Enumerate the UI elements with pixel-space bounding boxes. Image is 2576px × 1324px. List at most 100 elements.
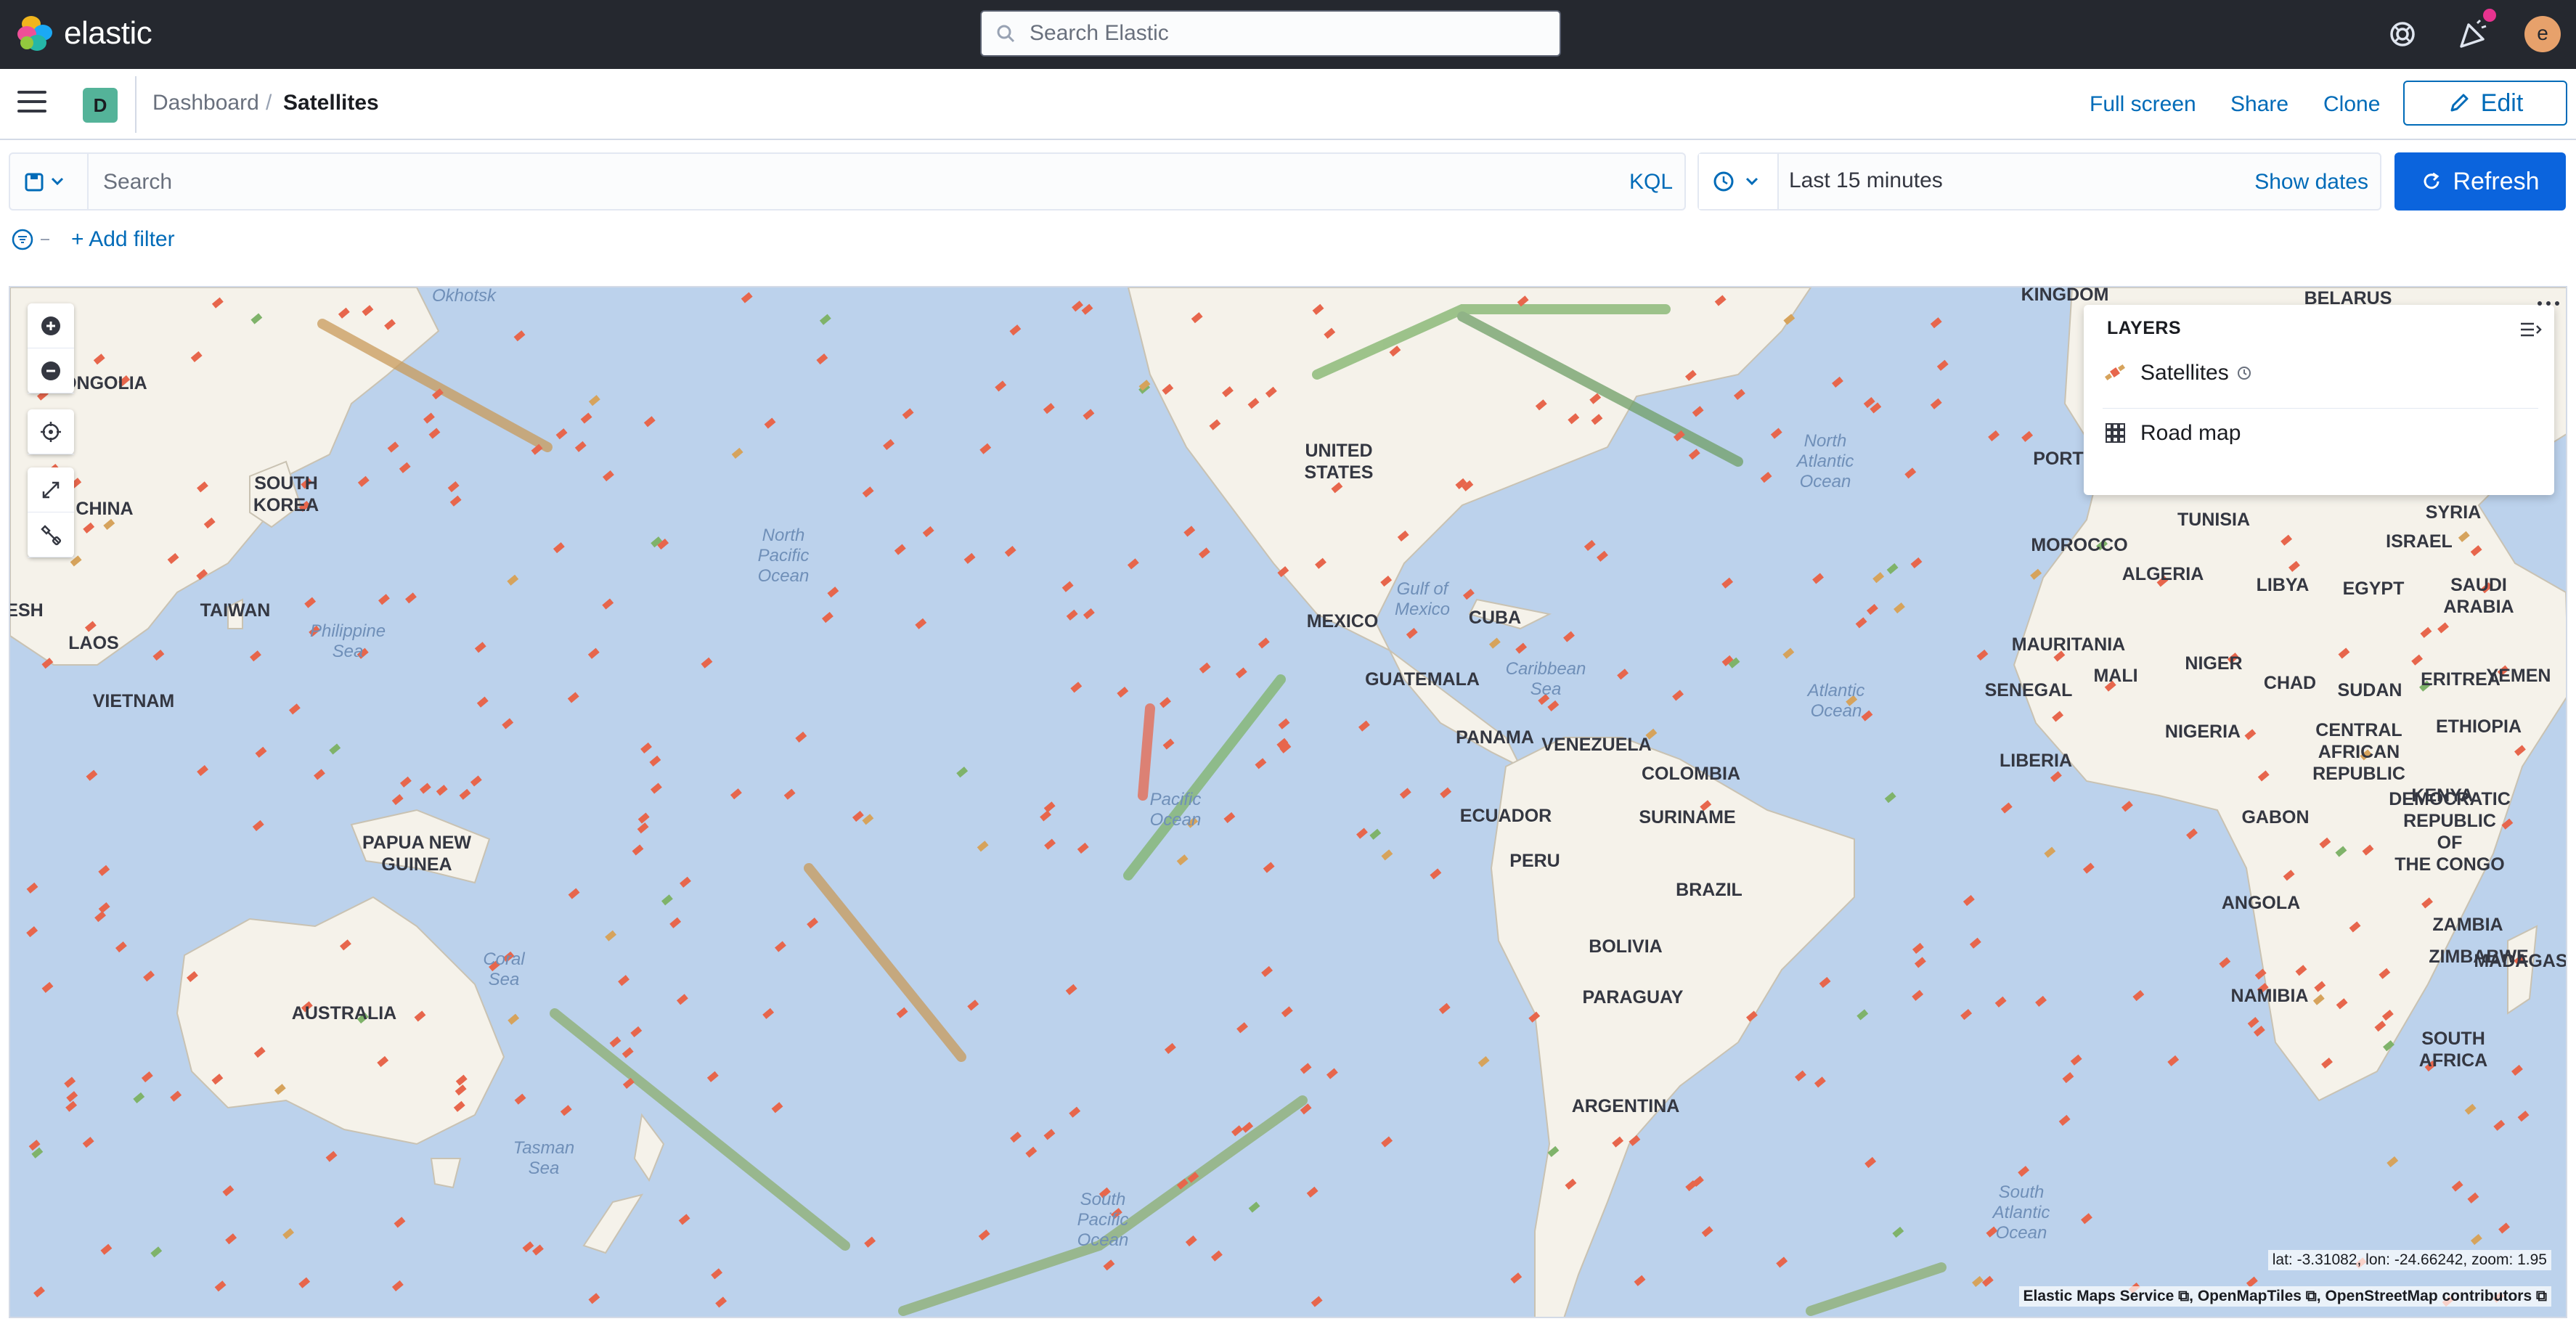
satellite-marker[interactable]: [978, 1229, 990, 1241]
satellite-marker[interactable]: [1430, 868, 1442, 880]
locate-button[interactable]: [28, 409, 74, 454]
satellite-marker[interactable]: [1025, 1146, 1038, 1158]
satellite-marker[interactable]: [862, 486, 874, 498]
satellite-marker[interactable]: [1510, 1272, 1523, 1284]
satellite-marker[interactable]: [314, 769, 325, 780]
satellite-marker[interactable]: [1597, 550, 1608, 562]
satellite-marker[interactable]: [1263, 862, 1275, 873]
satellite-marker[interactable]: [1488, 637, 1501, 649]
satellite-marker[interactable]: [553, 542, 565, 554]
satellite-marker[interactable]: [1300, 1063, 1312, 1074]
map-attribution[interactable]: Elastic Maps Service ⧉, OpenMapTiles ⧉, …: [2018, 1286, 2551, 1307]
saved-query-button[interactable]: [10, 154, 89, 209]
satellite-marker[interactable]: [715, 1296, 727, 1308]
satellite-marker[interactable]: [94, 911, 106, 923]
satellite-marker[interactable]: [2070, 1054, 2082, 1066]
satellite-marker[interactable]: [632, 844, 644, 856]
satellite-marker[interactable]: [41, 981, 54, 993]
satellite-marker[interactable]: [816, 354, 828, 365]
satellite-marker[interactable]: [741, 292, 753, 303]
satellite-marker[interactable]: [783, 788, 796, 800]
satellite-marker[interactable]: [1248, 1201, 1260, 1213]
satellite-marker[interactable]: [807, 918, 819, 929]
satellite-marker[interactable]: [170, 1090, 182, 1102]
satellite-marker[interactable]: [115, 941, 127, 953]
satellite-marker[interactable]: [1855, 617, 1867, 629]
satellite-marker[interactable]: [864, 1236, 876, 1248]
collapse-panel-icon[interactable]: [2519, 319, 2543, 340]
satellite-marker[interactable]: [304, 597, 317, 608]
satellite-marker[interactable]: [66, 1091, 78, 1103]
satellite-marker[interactable]: [883, 438, 894, 451]
satellite-marker[interactable]: [2219, 957, 2231, 968]
satellite-marker[interactable]: [1819, 976, 1831, 989]
share-button[interactable]: Share: [2230, 92, 2288, 117]
satellite-marker[interactable]: [605, 930, 617, 941]
satellite-marker[interactable]: [470, 775, 482, 787]
satellite-marker[interactable]: [1976, 649, 1989, 661]
satellite-marker[interactable]: [922, 526, 934, 537]
satellite-marker[interactable]: [1261, 965, 1273, 978]
satellite-marker[interactable]: [502, 718, 514, 730]
satellite-marker[interactable]: [1043, 403, 1055, 414]
satellite-marker[interactable]: [560, 1105, 572, 1116]
satellite-marker[interactable]: [508, 1013, 520, 1025]
satellite-marker[interactable]: [711, 1268, 723, 1280]
satellite-marker[interactable]: [669, 917, 682, 928]
satellite-marker[interactable]: [1199, 662, 1211, 674]
satellite-marker[interactable]: [1914, 957, 1926, 968]
satellite-marker[interactable]: [2021, 430, 2034, 442]
satellite-marker[interactable]: [1065, 984, 1077, 995]
satellite-marker[interactable]: [1211, 1250, 1223, 1262]
satellite-marker[interactable]: [1812, 573, 1825, 584]
satellite-marker[interactable]: [2081, 1213, 2092, 1225]
satellite-marker[interactable]: [1070, 682, 1083, 693]
satellite-marker[interactable]: [1617, 669, 1629, 680]
satellite-marker[interactable]: [680, 876, 691, 888]
satellite-marker[interactable]: [819, 314, 831, 325]
quick-select-button[interactable]: [1699, 154, 1779, 209]
satellite-marker[interactable]: [1255, 758, 1267, 769]
satellite-marker[interactable]: [1733, 388, 1745, 401]
satellite-marker[interactable]: [1278, 718, 1290, 730]
satellite-marker[interactable]: [771, 1102, 783, 1113]
satellite-marker[interactable]: [1081, 303, 1093, 315]
satellite-marker[interactable]: [1004, 545, 1016, 557]
satellite-marker[interactable]: [1127, 558, 1139, 570]
space-avatar[interactable]: D: [83, 88, 118, 123]
satellite-marker[interactable]: [64, 1076, 76, 1088]
satellite-marker[interactable]: [2470, 1234, 2482, 1246]
satellite-marker[interactable]: [2167, 1055, 2180, 1067]
satellite-marker[interactable]: [1672, 690, 1684, 701]
satellite-marker[interactable]: [100, 1243, 113, 1255]
satellite-marker[interactable]: [507, 574, 519, 586]
satellite-marker[interactable]: [33, 1286, 45, 1298]
satellite-marker[interactable]: [1406, 627, 1418, 639]
satellite-marker[interactable]: [399, 462, 411, 473]
satellite-marker[interactable]: [1912, 942, 1924, 954]
satellite-marker[interactable]: [394, 1217, 406, 1228]
satellite-marker[interactable]: [2062, 1072, 2074, 1084]
satellite-marker[interactable]: [1369, 828, 1382, 840]
satellite-marker[interactable]: [1832, 376, 1843, 388]
satellite-marker[interactable]: [649, 755, 661, 767]
satellite-marker[interactable]: [567, 692, 579, 703]
satellite-marker[interactable]: [1381, 1136, 1393, 1148]
satellite-marker[interactable]: [995, 380, 1007, 392]
satellite-marker[interactable]: [288, 703, 301, 715]
satellite-marker[interactable]: [2387, 1156, 2399, 1168]
satellite-marker[interactable]: [2121, 801, 2133, 812]
satellite-marker[interactable]: [795, 731, 807, 743]
satellite-marker[interactable]: [1688, 449, 1700, 460]
satellite-marker[interactable]: [152, 649, 165, 661]
satellite-marker[interactable]: [2082, 862, 2095, 874]
satellite-marker[interactable]: [1236, 1022, 1248, 1034]
satellite-marker[interactable]: [329, 743, 341, 755]
satellite-marker[interactable]: [963, 552, 976, 564]
satellite-marker[interactable]: [26, 926, 38, 938]
satellite-marker[interactable]: [915, 618, 927, 629]
satellite-marker[interactable]: [762, 1008, 775, 1019]
satellite-marker[interactable]: [1930, 398, 1942, 409]
satellite-marker[interactable]: [1103, 1259, 1115, 1271]
satellite-marker[interactable]: [82, 1137, 94, 1148]
